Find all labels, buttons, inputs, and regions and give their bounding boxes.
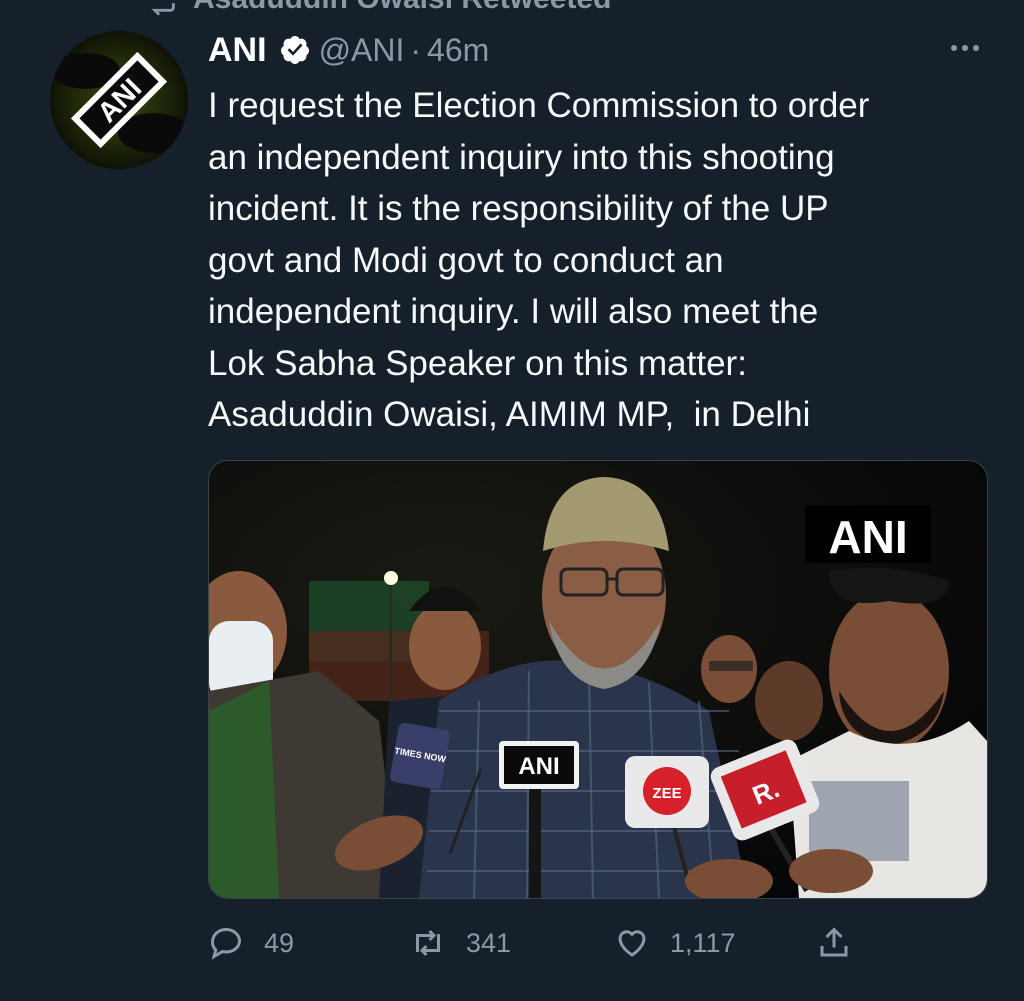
- reply-count: 49: [264, 927, 295, 958]
- like-count: 1,117: [670, 927, 736, 958]
- tweet-media-photo[interactable]: TIMES NOW ANI ZEE R. ANI: [208, 460, 988, 899]
- media-illustration: TIMES NOW ANI ZEE R. ANI: [209, 461, 987, 898]
- reply-icon: [210, 927, 242, 960]
- verified-badge-icon: [280, 36, 309, 64]
- reply-button[interactable]: 49: [208, 918, 294, 968]
- tweet-text: I request the Election Commission to ord…: [208, 86, 870, 434]
- avatar[interactable]: ANI: [50, 31, 188, 169]
- retweet-icon: [151, 3, 175, 16]
- mic-label-ani: ANI: [518, 753, 559, 780]
- more-dot: [951, 45, 957, 51]
- mic-label-zee: ZEE: [652, 785, 681, 802]
- tweet-header: ANI @ANI · 46m: [208, 28, 489, 72]
- tweet-timestamp[interactable]: 46m: [427, 32, 489, 69]
- more-dot: [962, 45, 968, 51]
- author-name[interactable]: ANI: [208, 31, 267, 70]
- more-options-icon[interactable]: [940, 34, 990, 62]
- header-separator: ·: [410, 31, 422, 68]
- heart-icon: [618, 930, 646, 957]
- like-button[interactable]: 1,117: [614, 918, 736, 968]
- retweet-count: 341: [466, 927, 512, 958]
- share-icon: [820, 927, 848, 957]
- media-watermark: ANI: [828, 511, 907, 563]
- retweet-button[interactable]: 341: [410, 918, 511, 968]
- more-dot: [973, 45, 979, 51]
- author-handle[interactable]: @ANI: [319, 32, 405, 69]
- retweet-banner[interactable]: Asaduddin Owaisi Retweeted: [145, 0, 611, 16]
- share-button[interactable]: [816, 918, 852, 968]
- retweet-banner-text: Asaduddin Owaisi Retweeted: [193, 0, 611, 16]
- tweet-page: Asaduddin Owaisi Retweeted ANI ANI: [0, 0, 1024, 1001]
- tweet-actions: 49 341 1,117: [208, 918, 868, 968]
- ani-logo: ANI: [50, 31, 188, 169]
- retweet-icon: [416, 929, 440, 957]
